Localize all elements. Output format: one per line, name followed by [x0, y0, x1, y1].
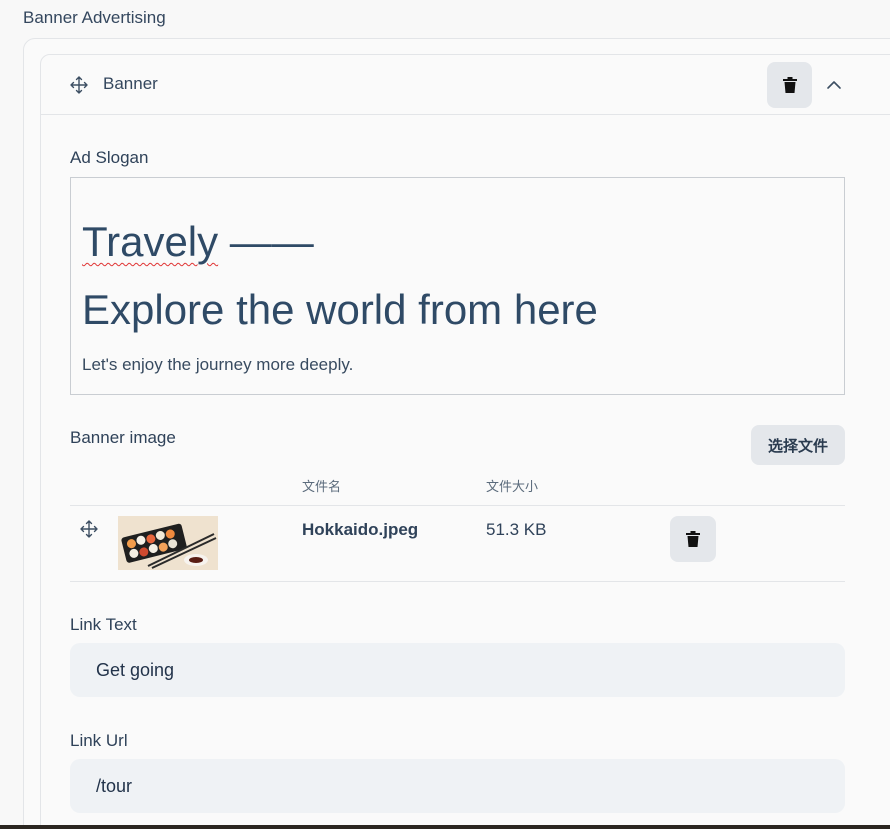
- trash-icon: [686, 531, 700, 547]
- link-text-input[interactable]: Get going: [70, 643, 845, 697]
- link-url-label: Link Url: [70, 731, 128, 750]
- slogan-paragraph: Let's enjoy the journey more deeply.: [82, 355, 354, 374]
- ad-slogan-editor[interactable]: Travely —— Explore the world from here L…: [70, 177, 845, 395]
- link-text-label: Link Text: [70, 615, 137, 634]
- table-divider: [70, 581, 845, 582]
- file-thumbnail: [118, 516, 218, 570]
- delete-block-button[interactable]: [767, 62, 812, 108]
- trash-icon: [782, 77, 797, 93]
- window-bottom-edge: [0, 825, 890, 829]
- choose-file-button[interactable]: 选择文件: [751, 425, 845, 465]
- link-url-value: /tour: [96, 775, 133, 796]
- file-name: Hokkaido.jpeg: [302, 520, 419, 539]
- column-header-file-size: 文件大小: [486, 480, 539, 495]
- column-header-file-name: 文件名: [302, 480, 342, 495]
- move-icon[interactable]: [69, 75, 89, 95]
- table-divider: [70, 505, 845, 506]
- ad-slogan-label: Ad Slogan: [70, 148, 149, 167]
- slogan-heading-line1: Travely ——: [82, 218, 314, 266]
- section-title: Banner Advertising: [23, 8, 166, 27]
- slogan-heading-line2: Explore the world from here: [82, 286, 598, 333]
- banner-image-label: Banner image: [70, 428, 176, 447]
- link-url-input[interactable]: /tour: [70, 759, 845, 813]
- banner-block-header: Banner: [40, 54, 890, 115]
- slogan-dash: ——: [218, 218, 314, 265]
- link-text-value: Get going: [96, 659, 175, 680]
- chevron-up-icon[interactable]: [825, 76, 843, 94]
- block-title: Banner: [103, 74, 158, 93]
- move-icon[interactable]: [79, 519, 99, 539]
- file-size: 51.3 KB: [486, 520, 547, 539]
- slogan-brand: Travely: [82, 218, 219, 265]
- delete-file-button[interactable]: [670, 516, 716, 562]
